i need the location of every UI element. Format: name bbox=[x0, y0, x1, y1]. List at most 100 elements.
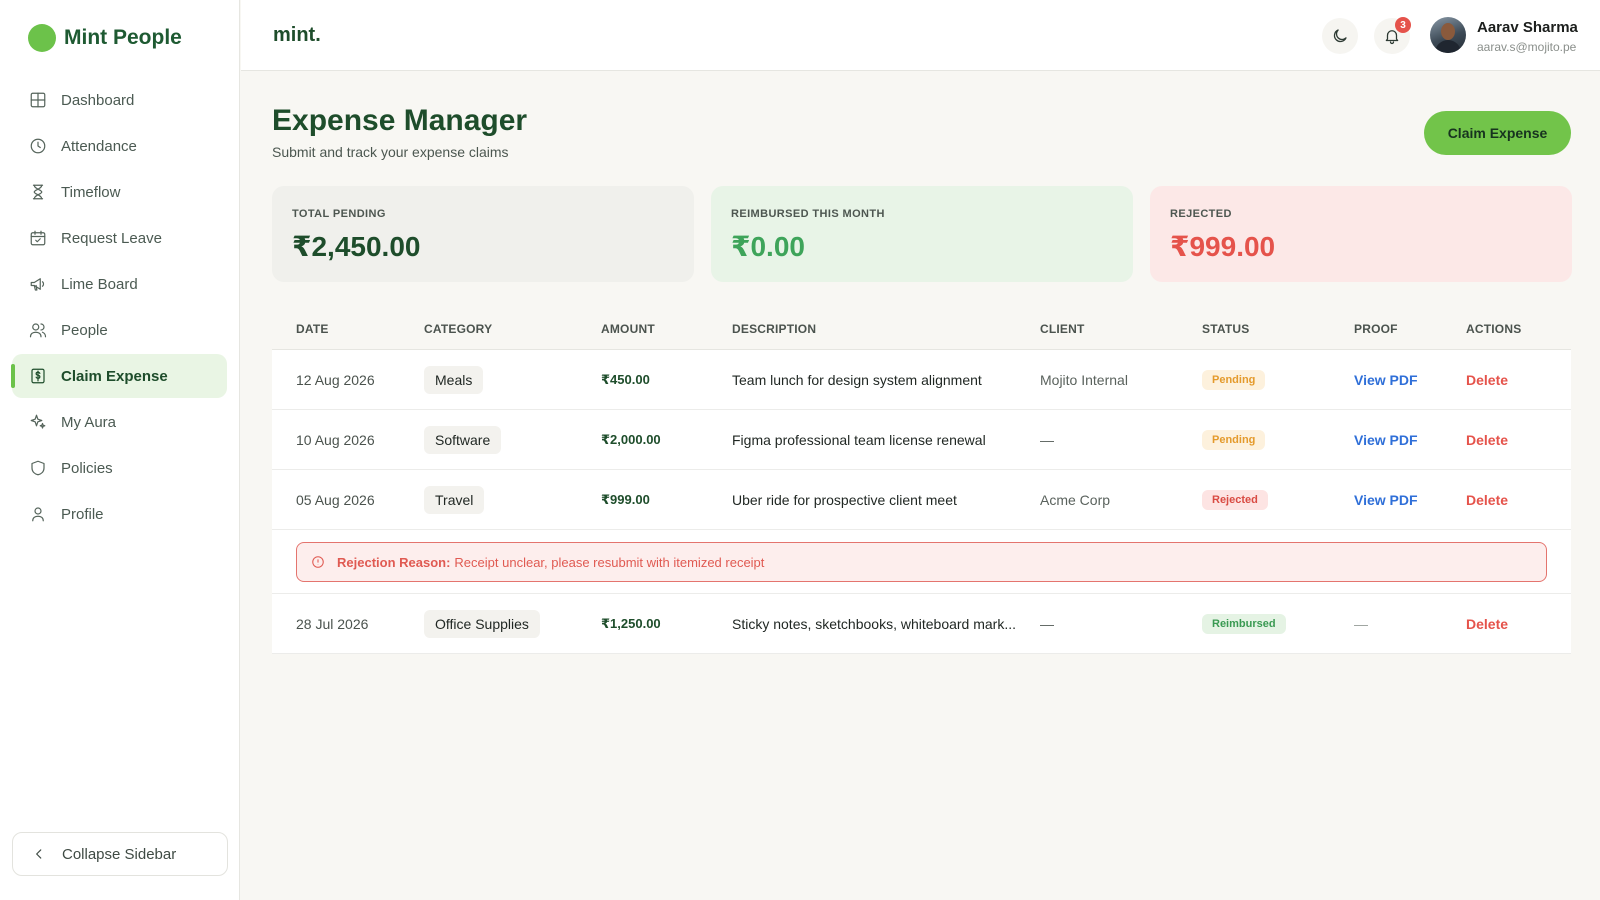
table-row: 05 Aug 2026 Travel ₹999.00 Uber ride for… bbox=[272, 470, 1571, 530]
row-description: Uber ride for prospective client meet bbox=[732, 491, 957, 508]
delete-button[interactable]: Delete bbox=[1466, 372, 1508, 388]
proof-empty: — bbox=[1354, 615, 1368, 632]
view-pdf-link[interactable]: View PDF bbox=[1354, 492, 1418, 508]
delete-button[interactable]: Delete bbox=[1466, 492, 1508, 508]
row-amount: ₹1,250.00 bbox=[601, 615, 661, 631]
brand[interactable]: Mint People bbox=[0, 0, 239, 76]
brand-name: Mint People bbox=[64, 26, 182, 49]
sidebar-item-label: Request Leave bbox=[61, 229, 162, 247]
sidebar-item-claim-expense[interactable]: Claim Expense bbox=[11, 354, 227, 398]
avatar[interactable] bbox=[1430, 17, 1466, 53]
table-row: 12 Aug 2026 Meals ₹450.00 Team lunch for… bbox=[272, 350, 1571, 410]
sidebar-item-attendance[interactable]: Attendance bbox=[12, 124, 227, 168]
sidebar-item-label: Claim Expense bbox=[61, 367, 168, 385]
sidebar-item-policies[interactable]: Policies bbox=[12, 446, 227, 490]
rejection-reason-box: Rejection Reason: Receipt unclear, pleas… bbox=[296, 542, 1547, 582]
status-badge: Pending bbox=[1202, 429, 1266, 450]
total-pending-card: TOTAL PENDING ₹2,450.00 bbox=[272, 186, 694, 282]
rejection-reason-label: Rejection Reason: bbox=[337, 554, 451, 570]
row-amount: ₹450.00 bbox=[601, 371, 650, 387]
sidebar-item-request-leave[interactable]: Request Leave bbox=[12, 216, 227, 260]
table-row: 10 Aug 2026 Software ₹2,000.00 Figma pro… bbox=[272, 410, 1571, 470]
delete-button[interactable]: Delete bbox=[1466, 616, 1508, 632]
chevron-left-icon bbox=[29, 847, 49, 861]
calendar-check-icon bbox=[28, 228, 48, 248]
column-header-description: DESCRIPTION bbox=[732, 321, 817, 336]
rejected-card: REJECTED ₹999.00 bbox=[1150, 186, 1572, 282]
card-label: TOTAL PENDING bbox=[292, 208, 386, 220]
sparkle-icon bbox=[28, 412, 48, 432]
alert-circle-icon bbox=[311, 555, 337, 569]
row-client: — bbox=[1040, 615, 1054, 632]
column-header-actions: ACTIONS bbox=[1466, 321, 1522, 336]
view-pdf-link[interactable]: View PDF bbox=[1354, 372, 1418, 388]
status-badge: Pending bbox=[1202, 369, 1266, 390]
table-row: 28 Jul 2026 Office Supplies ₹1,250.00 St… bbox=[272, 594, 1571, 654]
row-description: Figma professional team license renewal bbox=[732, 431, 986, 448]
brand-logo-icon bbox=[28, 24, 56, 52]
theme-toggle-button[interactable] bbox=[1322, 18, 1358, 54]
sidebar-item-label: My Aura bbox=[61, 413, 117, 431]
card-value: ₹999.00 bbox=[1170, 231, 1276, 262]
card-value: ₹2,450.00 bbox=[292, 231, 421, 262]
row-date: 05 Aug 2026 bbox=[296, 491, 375, 508]
sidebar-item-my-aura[interactable]: My Aura bbox=[12, 400, 227, 444]
collapse-sidebar-button[interactable]: Collapse Sidebar bbox=[12, 832, 228, 876]
category-chip: Software bbox=[424, 425, 502, 454]
sidebar-item-label: Profile bbox=[61, 505, 104, 523]
row-description: Sticky notes, sketchbooks, whiteboard ma… bbox=[732, 615, 1017, 632]
sidebar-item-lime-board[interactable]: Lime Board bbox=[12, 262, 227, 306]
claim-expense-button[interactable]: Claim Expense bbox=[1424, 111, 1571, 155]
rejection-reason-row: Rejection Reason: Receipt unclear, pleas… bbox=[272, 530, 1571, 594]
sidebar-item-people[interactable]: People bbox=[12, 308, 227, 352]
users-icon bbox=[28, 320, 48, 340]
collapse-sidebar-label: Collapse Sidebar bbox=[62, 845, 177, 863]
column-header-client: CLIENT bbox=[1040, 321, 1085, 336]
row-date: 28 Jul 2026 bbox=[296, 615, 369, 632]
topbar: mint. 3 Aarav Sharma aarav.s@mojito.pe bbox=[241, 0, 1600, 71]
view-pdf-link[interactable]: View PDF bbox=[1354, 432, 1418, 448]
card-value: ₹0.00 bbox=[731, 231, 805, 262]
sidebar-item-label: Dashboard bbox=[61, 91, 135, 109]
sidebar-item-dashboard[interactable]: Dashboard bbox=[12, 78, 227, 122]
sidebar-item-label: Attendance bbox=[61, 137, 137, 155]
column-header-status: STATUS bbox=[1202, 321, 1250, 336]
category-chip: Travel bbox=[424, 485, 485, 514]
rejection-reason-text: Receipt unclear, please resubmit with it… bbox=[454, 554, 765, 570]
sidebar: Mint People Dashboard Attendance Timeflo… bbox=[0, 0, 240, 900]
user-email: aarav.s@mojito.pe bbox=[1477, 40, 1577, 54]
sidebar-item-label: Policies bbox=[61, 459, 113, 477]
delete-button[interactable]: Delete bbox=[1466, 432, 1508, 448]
table-header: DATE CATEGORY AMOUNT DESCRIPTION CLIENT … bbox=[272, 308, 1571, 350]
sidebar-item-label: Lime Board bbox=[61, 275, 138, 293]
sidebar-item-timeflow[interactable]: Timeflow bbox=[12, 170, 227, 214]
status-badge: Reimbursed bbox=[1202, 613, 1286, 634]
notification-count-badge: 3 bbox=[1395, 17, 1411, 33]
column-header-category: CATEGORY bbox=[424, 321, 493, 336]
card-label: REJECTED bbox=[1170, 208, 1232, 220]
column-header-proof: PROOF bbox=[1354, 321, 1398, 336]
card-label: REIMBURSED THIS MONTH bbox=[731, 208, 885, 220]
page-title: Expense Manager bbox=[272, 104, 528, 137]
sidebar-item-label: Timeflow bbox=[61, 183, 121, 201]
row-amount: ₹2,000.00 bbox=[601, 431, 661, 447]
row-client: Mojito Internal bbox=[1040, 371, 1128, 388]
row-client: — bbox=[1040, 431, 1054, 448]
receipt-icon bbox=[28, 366, 48, 386]
row-date: 12 Aug 2026 bbox=[296, 371, 375, 388]
sidebar-item-profile[interactable]: Profile bbox=[12, 492, 227, 536]
notifications-button[interactable]: 3 bbox=[1374, 17, 1411, 54]
row-client: Acme Corp bbox=[1040, 491, 1111, 508]
user-icon bbox=[28, 504, 48, 524]
reimbursed-card: REIMBURSED THIS MONTH ₹0.00 bbox=[711, 186, 1133, 282]
sidebar-nav: Dashboard Attendance Timeflow Request Le… bbox=[0, 78, 239, 536]
page-subtitle: Submit and track your expense claims bbox=[272, 144, 509, 160]
sidebar-item-label: People bbox=[61, 321, 108, 339]
status-badge: Rejected bbox=[1202, 489, 1268, 510]
moon-icon bbox=[1331, 27, 1349, 45]
row-description: Team lunch for design system alignment bbox=[732, 371, 982, 388]
topbar-logo[interactable]: mint. bbox=[273, 24, 321, 47]
column-header-date: DATE bbox=[296, 321, 329, 336]
category-chip: Meals bbox=[424, 365, 484, 394]
grid-icon bbox=[28, 90, 48, 110]
